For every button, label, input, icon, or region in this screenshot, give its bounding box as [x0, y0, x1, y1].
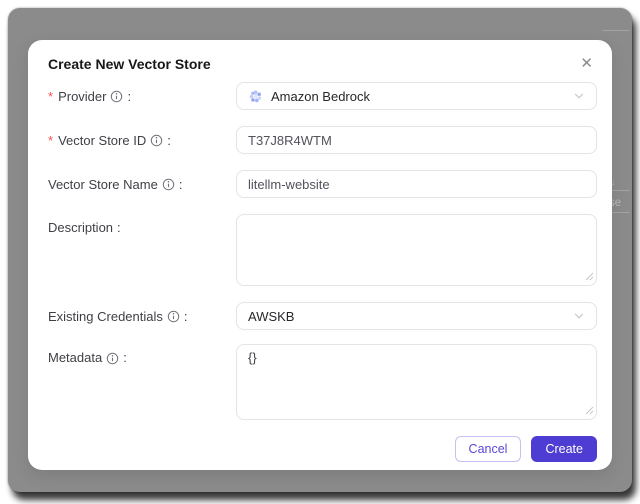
description-textarea[interactable] [236, 214, 597, 286]
chevron-down-icon [573, 310, 585, 322]
description-row: Description : [48, 214, 597, 286]
vector-store-name-label: Vector Store Name : [48, 177, 236, 192]
dialog-header: Create New Vector Store ✕ [48, 52, 597, 72]
dialog-footer: Cancel Create [48, 436, 597, 462]
create-button[interactable]: Create [531, 436, 597, 462]
description-label-text: Description [48, 220, 114, 235]
metadata-control: {} [236, 344, 597, 420]
provider-select[interactable]: Amazon Bedrock [236, 82, 597, 110]
vector-store-name-label-text: Vector Store Name [48, 176, 158, 192]
vector-store-id-label-text: Vector Store ID [58, 132, 147, 148]
info-icon[interactable] [106, 352, 119, 365]
info-icon[interactable] [150, 134, 163, 147]
description-control [236, 214, 597, 286]
provider-selected-value: Amazon Bedrock [271, 88, 370, 104]
vector-store-id-control [236, 126, 597, 154]
description-label: Description : [48, 214, 236, 235]
label-colon: : [127, 88, 132, 104]
required-asterisk: * [48, 88, 54, 104]
provider-label-text: Provider [58, 88, 107, 104]
vector-store-id-label: * Vector Store ID : [48, 133, 236, 148]
label-colon: : [167, 132, 171, 148]
existing-credentials-row: Existing Credentials : AWSKB [48, 302, 597, 330]
vector-store-id-input[interactable] [236, 126, 597, 154]
dimmed-page-overlay: ↑↓ se Create New Vector Store ✕ * Provid… [8, 8, 632, 492]
existing-credentials-control: AWSKB [236, 302, 597, 330]
label-colon: : [123, 350, 127, 365]
metadata-row: Metadata : {} [48, 344, 597, 420]
provider-control: Amazon Bedrock [236, 82, 597, 110]
label-colon: : [183, 308, 188, 324]
resize-grip-icon[interactable] [585, 272, 594, 281]
create-vector-store-dialog: Create New Vector Store ✕ * Provider : A… [28, 40, 612, 470]
existing-credentials-label: Existing Credentials : [48, 309, 236, 324]
provider-label: * Provider : [48, 89, 236, 104]
label-colon: : [178, 176, 183, 192]
background-divider [602, 30, 630, 31]
info-icon[interactable] [110, 90, 123, 103]
metadata-textarea[interactable]: {} [236, 344, 597, 420]
vector-store-name-control [236, 170, 597, 198]
chevron-down-icon [573, 90, 585, 102]
close-icon[interactable]: ✕ [580, 52, 597, 71]
metadata-label-text: Metadata [48, 350, 103, 365]
bedrock-logo-icon [248, 89, 263, 104]
cancel-button[interactable]: Cancel [454, 436, 522, 462]
existing-credentials-label-text: Existing Credentials [48, 308, 163, 324]
info-icon[interactable] [162, 178, 175, 191]
provider-row: * Provider : Amazon Bedrock [48, 82, 597, 110]
existing-credentials-select[interactable]: AWSKB [236, 302, 597, 330]
required-asterisk: * [48, 132, 54, 148]
dialog-title: Create New Vector Store [48, 56, 211, 72]
existing-credentials-selected-value: AWSKB [248, 308, 295, 324]
resize-grip-icon[interactable] [585, 406, 594, 415]
vector-store-id-row: * Vector Store ID : [48, 126, 597, 154]
vector-store-name-row: Vector Store Name : [48, 170, 597, 198]
info-icon[interactable] [167, 310, 180, 323]
metadata-label: Metadata : [48, 344, 236, 365]
label-colon: : [117, 220, 121, 235]
vector-store-name-input[interactable] [236, 170, 597, 198]
